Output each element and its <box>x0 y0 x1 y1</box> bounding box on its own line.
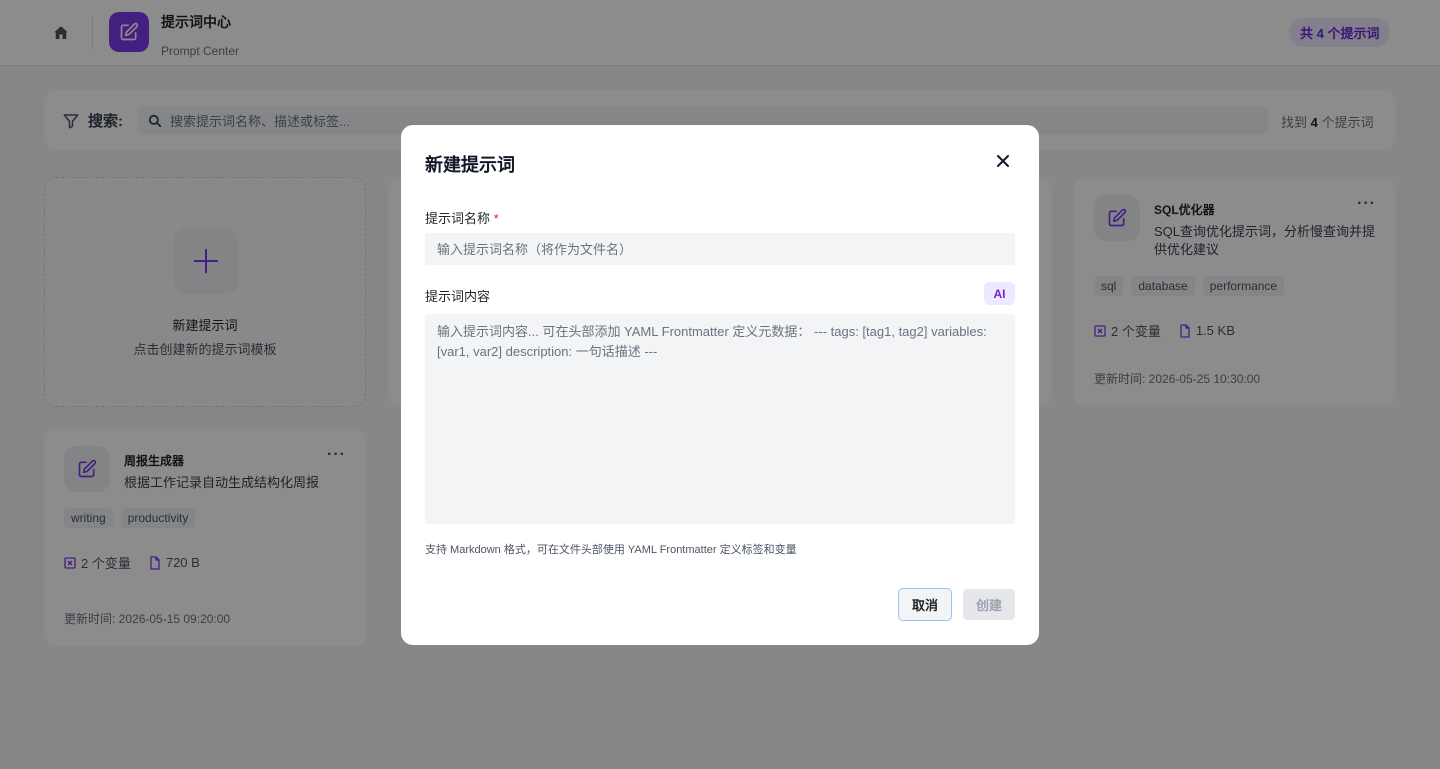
required-mark: * <box>493 211 499 226</box>
close-icon[interactable] <box>995 153 1011 169</box>
dialog-title: 新建提示词 <box>425 155 515 175</box>
content-field-label: 提示词内容 <box>425 289 491 304</box>
prompt-content-textarea[interactable] <box>425 314 1015 524</box>
new-prompt-dialog: 新建提示词 提示词名称 * 提示词内容 AI 支持 Markdown 格式，可在… <box>401 125 1039 645</box>
prompt-name-input[interactable] <box>425 233 1015 265</box>
name-field-label: 提示词名称 * <box>425 208 499 227</box>
name-label-text: 提示词名称 <box>425 211 491 226</box>
create-button[interactable]: 创建 <box>963 589 1015 620</box>
ai-assist-button[interactable]: AI <box>984 282 1015 305</box>
cancel-button[interactable]: 取消 <box>898 588 952 621</box>
format-hint: 支持 Markdown 格式，可在文件头部使用 YAML Frontmatter… <box>425 544 797 556</box>
